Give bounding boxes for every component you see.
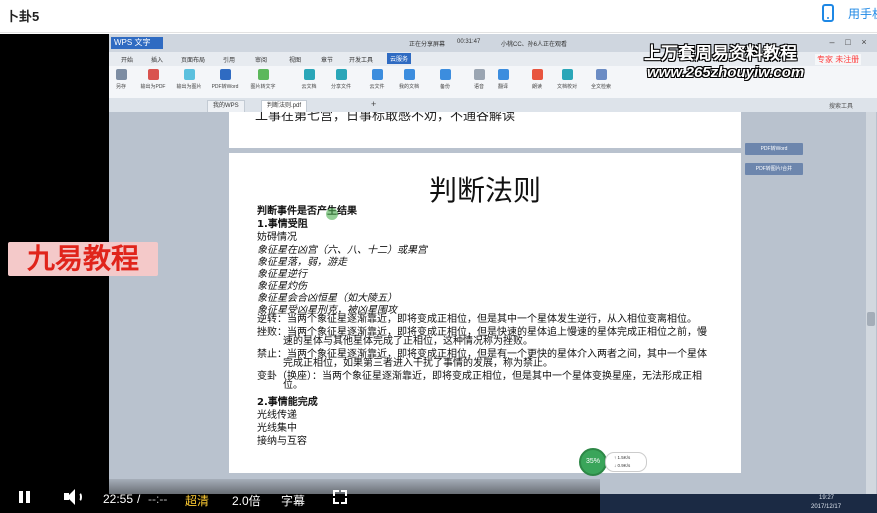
menu-item[interactable]: 开发工具 [349, 55, 373, 64]
add-tab-icon[interactable]: + [371, 99, 376, 109]
total-time: --:-- [148, 492, 168, 506]
page-title: 卜卦5 [6, 9, 40, 24]
quality-button[interactable]: 超清 [185, 492, 209, 509]
microphone-icon [473, 69, 485, 80]
paragraph-retrograde: 逆转：当两个象征星逐渐靠近，即将变成正相位，但是其中一个星体发生逆行，从入相位变… [257, 314, 697, 325]
player-controls: 22:55 / --:-- 超清 2.0倍 字幕 [0, 479, 600, 513]
memory-percent-badge[interactable]: 35% [579, 448, 607, 476]
clock-time: 19:27 [819, 495, 835, 501]
share-file-button[interactable]: 分享文件 [323, 69, 359, 90]
pause-icon[interactable] [19, 491, 31, 503]
paragraph-sign-change-cont: 位。 [283, 380, 303, 391]
image-to-text-button[interactable]: 图片转文字 [245, 69, 281, 90]
tab-document[interactable]: 判断法则.pdf [261, 100, 308, 112]
wps-window: WPS 文字 正在分享屏幕 00:31:47 小桃CC、孙6人正在观看 – □ … [109, 34, 877, 494]
ocr-icon [257, 69, 269, 80]
watermark-title: 上万套周易资料教程 [644, 44, 797, 63]
clock-date: 2017/12/17 [811, 504, 842, 510]
search-button[interactable]: 全文检索 [583, 69, 619, 90]
document-area: 工事在第七宫，日事标敢感不劝，不通谷解读 判断法则 判断事件是否产生结果 1.事… [109, 112, 877, 494]
scrollbar-thumb[interactable] [867, 312, 875, 326]
close-icon[interactable]: × [859, 37, 869, 47]
phone-icon[interactable] [822, 4, 834, 22]
system-taskbar: 19:27 2017/12/17 [600, 494, 877, 513]
menu-item[interactable]: 开始 [121, 55, 133, 64]
menu-item-active[interactable]: 云服务 [387, 53, 412, 64]
translate-icon [497, 69, 509, 80]
image-icon [183, 69, 195, 80]
backup-button[interactable]: 备份 [427, 69, 463, 90]
fullscreen-icon[interactable] [333, 490, 347, 504]
document-tabs: 我的WPS 判断法则.pdf + 搜索工具 [109, 98, 877, 113]
share-status: 正在分享屏幕 [409, 42, 446, 48]
folder-icon [403, 69, 415, 80]
download-speed: ↓ 0.9K/s [614, 463, 631, 468]
pdf-to-word-button[interactable]: PDF转Word [207, 69, 243, 90]
menu-item[interactable]: 插入 [151, 55, 163, 64]
check-icon [561, 69, 573, 80]
maximize-icon[interactable]: □ [843, 37, 853, 47]
current-time: 22:55 [103, 492, 134, 506]
upload-speed: ↑ 1.5K/s [614, 455, 631, 460]
viewer-count: 小桃CC、孙6人正在观看 [501, 42, 568, 48]
watermark-url: www.265zhouyiw.com [647, 64, 805, 81]
list-item: 接纳与互容 [257, 436, 307, 447]
save-icon [115, 69, 127, 80]
cloud-file-button[interactable]: 云文件 [359, 69, 395, 90]
share-time: 00:31:47 [457, 39, 481, 45]
paragraph-prohibition-cont: 完成正相位，如果第三者进入干扰了事情的发展，称为禁止。 [283, 358, 553, 369]
document-page: 判断法则 判断事件是否产生结果 1.事情受阻 妨碍情况 象征星在凶宫（六、八、十… [229, 153, 741, 473]
cloud-icon [303, 69, 315, 80]
mobile-link[interactable]: 用手机 [848, 5, 877, 22]
backup-icon [439, 69, 451, 80]
search-hint[interactable]: 搜索工具 [829, 101, 853, 110]
translate-button[interactable]: 翻译 [485, 69, 521, 90]
previous-page: 工事在第七宫，日事标敢感不劝，不通谷解读 [229, 112, 741, 148]
minimize-icon[interactable]: – [827, 37, 837, 47]
unregistered-badge: 专家 未注册 [815, 54, 862, 65]
menu-item[interactable]: 章节 [321, 55, 333, 64]
proofread-button[interactable]: 文档校对 [549, 69, 585, 90]
speaker-icon [531, 69, 543, 80]
menu-item[interactable]: 视图 [289, 55, 301, 64]
paragraph-frustration-cont: 速的星体与其他星体完成了正相位，这种情况称为挫败。 [283, 336, 533, 347]
share-icon [335, 69, 347, 80]
search-icon [595, 69, 607, 80]
cloud-doc-button[interactable]: 云文档 [291, 69, 327, 90]
network-speed-widget[interactable]: ↑ 1.5K/s ↓ 0.9K/s [605, 452, 647, 472]
time-separator: / [137, 492, 141, 506]
menu-item[interactable]: 审阅 [255, 55, 267, 64]
previous-page-text: 工事在第七宫，日事标敢感不劝，不通谷解读 [255, 112, 516, 124]
vertical-scrollbar[interactable] [866, 112, 876, 494]
folder-icon [371, 69, 383, 80]
jiuyi-logo: 九易教程 [8, 242, 158, 276]
my-docs-button[interactable]: 我的文档 [391, 69, 427, 90]
pdf-to-word-side-button[interactable]: PDF转Word [745, 143, 803, 155]
menu-item[interactable]: 引用 [223, 55, 235, 64]
pdf-icon [147, 69, 159, 80]
export-pdf-button[interactable]: 输出为PDF [135, 69, 171, 90]
wps-app-menu[interactable]: WPS 文字 [111, 37, 163, 49]
volume-icon[interactable] [64, 489, 82, 505]
pdf-to-image-side-button[interactable]: PDF转图片/合并 [745, 163, 803, 175]
tab-my-wps[interactable]: 我的WPS [207, 100, 245, 112]
speed-button[interactable]: 2.0倍 [232, 492, 261, 509]
word-icon [219, 69, 231, 80]
subtitle-button[interactable]: 字幕 [281, 492, 305, 509]
export-image-button[interactable]: 输出为图片 [171, 69, 207, 90]
menu-item[interactable]: 页面布局 [181, 55, 205, 64]
cursor-highlight [326, 208, 338, 220]
video-player[interactable]: WPS 文字 正在分享屏幕 00:31:47 小桃CC、孙6人正在观看 – □ … [0, 34, 877, 513]
page-header: 卜卦5 用手机 [0, 0, 877, 33]
